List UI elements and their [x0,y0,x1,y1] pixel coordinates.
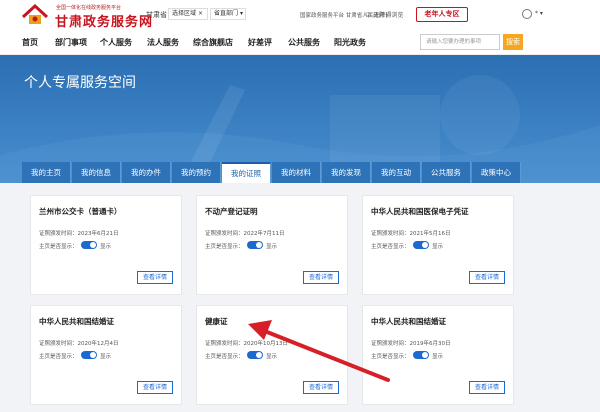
tab-interactions[interactable]: 我的互动 [372,162,421,183]
license-card: 健康证 证照颁发时间：2020年10月13日 主页是否显示： 显示 查看详情 [196,305,348,405]
view-details-button[interactable]: 查看详情 [303,271,339,284]
view-details-button[interactable]: 查看详情 [137,271,173,284]
show-toggle[interactable] [81,351,97,359]
card-date: 证照颁发时间：2023年6月21日 [39,231,119,237]
license-card: 中华人民共和国结婚证 证照颁发时间：2020年12月4日 主页是否显示： 显示 … [30,305,182,405]
license-card: 不动产登记证明 证照颁发时间：2022年7月11日 主页是否显示： 显示 查看详… [196,195,348,295]
nav-item-legal[interactable]: 法人服务 [147,37,179,48]
nav-item-flagship[interactable]: 综合旗舰店 [193,37,233,48]
nav-item-home[interactable]: 首页 [22,37,38,48]
dept-select-label: 省直部门 [214,10,239,17]
show-toggle[interactable] [247,351,263,359]
tab-appointments[interactable]: 我的预约 [172,162,221,183]
nav-item-sunshine[interactable]: 阳光政务 [334,37,366,48]
tab-licenses[interactable]: 我的证照 [222,162,271,183]
license-card: 中华人民共和国结婚证 证照颁发时间：2019年6月30日 主页是否显示： 显示 … [362,305,514,405]
show-label: 主页是否显示： [205,244,244,250]
elder-zone-button[interactable]: 老年人专区 [416,7,468,22]
show-label: 主页是否显示： [205,354,244,360]
tab-materials[interactable]: 我的材料 [272,162,321,183]
card-title: 兰州市公交卡（普通卡） [39,207,122,216]
card-title: 健康证 [205,317,228,326]
show-label: 主页是否显示： [39,354,78,360]
toggle-text: 显示 [100,354,112,360]
nav-item-review[interactable]: 好差评 [248,37,272,48]
view-details-button[interactable]: 查看详情 [303,381,339,394]
tab-info[interactable]: 我的信息 [72,162,121,183]
chevron-down-icon: ▾ [239,10,243,17]
card-title: 中华人民共和国医保电子凭证 [371,207,469,216]
show-label: 主页是否显示： [371,354,410,360]
show-label: 主页是否显示： [39,244,78,250]
accessibility-label: 无障碍浏览 [373,12,404,19]
tab-home[interactable]: 我的主页 [22,162,71,183]
show-label: 主页是否显示： [371,244,410,250]
license-card: 兰州市公交卡（普通卡） 证照颁发时间：2023年6月21日 主页是否显示： 显示… [30,195,182,295]
toggle-text: 显示 [432,244,444,250]
tab-public-services[interactable]: 公共服务 [422,162,471,183]
tab-cases[interactable]: 我的办件 [122,162,171,183]
region-select-label: 选择区域 [172,10,197,17]
nav-item-dept[interactable]: 部门事项 [55,37,87,48]
dept-select[interactable]: 省直部门 ▾ [210,8,246,20]
card-date: 证照颁发时间：2022年7月11日 [205,231,285,237]
region-select[interactable]: 选择区域 × [168,8,208,20]
show-toggle[interactable] [413,351,429,359]
card-date: 证照颁发时间：2020年10月13日 [205,341,288,347]
banner-title: 个人专属服务空间 [24,75,136,91]
search-button[interactable]: 搜索 [503,34,523,50]
card-date: 证照颁发时间：2021年5月16日 [371,231,451,237]
view-details-button[interactable]: 查看详情 [469,381,505,394]
site-logo-icon[interactable] [20,3,50,27]
show-toggle[interactable] [81,241,97,249]
main-nav: 首页 部门事项 个人服务 法人服务 综合旗舰店 好差评 公共服务 阳光政务 请输… [0,30,600,55]
show-toggle[interactable] [247,241,263,249]
nav-item-public[interactable]: 公共服务 [288,37,320,48]
search-input[interactable]: 请输入您要办理的事项 [420,34,500,50]
card-date: 证照颁发时间：2019年6月30日 [371,341,451,347]
logo-title[interactable]: 甘肃政务服务网 [55,11,153,30]
view-details-button[interactable]: 查看详情 [137,381,173,394]
accessibility-link[interactable]: ☑ 无障碍浏览 [366,10,403,19]
view-details-button[interactable]: 查看详情 [469,271,505,284]
toggle-text: 显示 [100,244,112,250]
top-header: 全国一体化在线政务服务平台 甘肃政务服务网 甘肃省 选择区域 × 省直部门 ▾ … [0,0,600,30]
user-icon[interactable] [522,9,532,19]
tab-policy[interactable]: 政策中心 [472,162,521,183]
close-icon[interactable]: × [198,10,203,17]
toggle-text: 显示 [266,244,278,250]
show-toggle[interactable] [413,241,429,249]
nav-item-personal[interactable]: 个人服务 [100,37,132,48]
card-title: 不动产登记证明 [205,207,258,216]
card-title: 中华人民共和国结婚证 [371,317,446,326]
accessibility-icon: ☑ [366,12,372,19]
user-name: * [535,10,538,17]
toggle-text: 显示 [266,354,278,360]
toggle-text: 显示 [432,354,444,360]
logo-subtitle: 全国一体化在线政务服务平台 [56,5,122,11]
user-menu[interactable]: * ▾ [535,10,543,17]
region-label: 甘肃省 [146,11,167,19]
card-date: 证照颁发时间：2020年12月4日 [39,341,119,347]
tab-discoveries[interactable]: 我的发现 [322,162,371,183]
license-grid: 兰州市公交卡（普通卡） 证照颁发时间：2023年6月21日 主页是否显示： 显示… [0,183,600,412]
license-card: 中华人民共和国医保电子凭证 证照颁发时间：2021年5月16日 主页是否显示： … [362,195,514,295]
card-title: 中华人民共和国结婚证 [39,317,114,326]
